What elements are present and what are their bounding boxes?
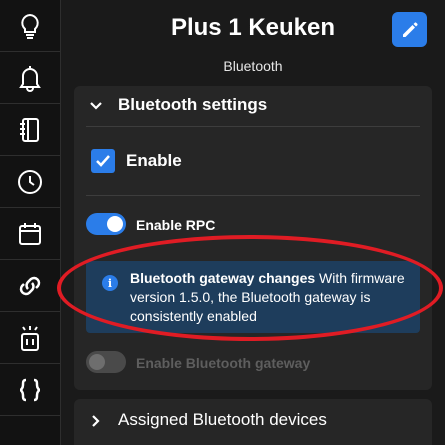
- panel-title: Bluetooth settings: [118, 95, 268, 114]
- enable-label: Enable: [126, 151, 182, 170]
- braces-icon: [19, 378, 41, 401]
- notebook-icon: [20, 117, 39, 142]
- clock-icon: [18, 169, 42, 194]
- link-icon: [19, 276, 41, 295]
- info-icon: i: [102, 275, 118, 291]
- pencil-icon: [402, 21, 418, 37]
- sidebar-item-lightbulb[interactable]: [0, 0, 60, 52]
- bluetooth-settings-panel: Bluetooth settings Enable Enable RPC i B…: [74, 86, 432, 390]
- assigned-devices-title: Assigned Bluetooth devices: [118, 410, 327, 429]
- sidebar-item-device[interactable]: [0, 312, 60, 364]
- page-subtitle: Bluetooth: [223, 58, 283, 74]
- bell-icon: [19, 65, 41, 92]
- bluetooth-settings-header[interactable]: Bluetooth settings: [74, 86, 432, 126]
- notice-text: Bluetooth gateway changes With firmware …: [130, 269, 412, 326]
- assigned-devices-panel[interactable]: Assigned Bluetooth devices: [74, 399, 432, 445]
- chevron-right-icon: [92, 415, 100, 427]
- toggle-knob: [89, 354, 105, 370]
- divider: [86, 126, 420, 127]
- notice-title: Bluetooth gateway changes: [130, 270, 316, 286]
- main-area: Plus 1 Keuken Bluetooth Bluetooth settin…: [61, 0, 445, 445]
- device-icon: [21, 325, 39, 351]
- enable-gateway-toggle[interactable]: [86, 351, 126, 373]
- sidebar-item-link[interactable]: [0, 260, 60, 312]
- sidebar-item-braces[interactable]: [0, 364, 60, 416]
- sidebar: [0, 0, 61, 445]
- page-title: Plus 1 Keuken: [170, 14, 336, 41]
- sidebar-item-notebook[interactable]: [0, 104, 60, 156]
- edit-button[interactable]: [392, 12, 427, 47]
- enable-gateway-label: Enable Bluetooth gateway: [136, 355, 311, 371]
- chevron-down-icon: [90, 102, 102, 110]
- enable-rpc-toggle[interactable]: [86, 213, 126, 235]
- calendar-icon: [19, 222, 41, 245]
- gateway-notice: i Bluetooth gateway changes With firmwar…: [86, 261, 420, 333]
- sidebar-item-calendar[interactable]: [0, 208, 60, 260]
- toggle-knob: [107, 216, 123, 232]
- sidebar-item-clock[interactable]: [0, 156, 60, 208]
- enable-rpc-label: Enable RPC: [136, 217, 216, 233]
- lightbulb-icon: [21, 13, 39, 39]
- enable-checkbox[interactable]: [91, 149, 115, 173]
- sidebar-item-bell[interactable]: [0, 52, 60, 104]
- divider: [86, 195, 420, 196]
- checkmark-icon: [96, 155, 110, 167]
